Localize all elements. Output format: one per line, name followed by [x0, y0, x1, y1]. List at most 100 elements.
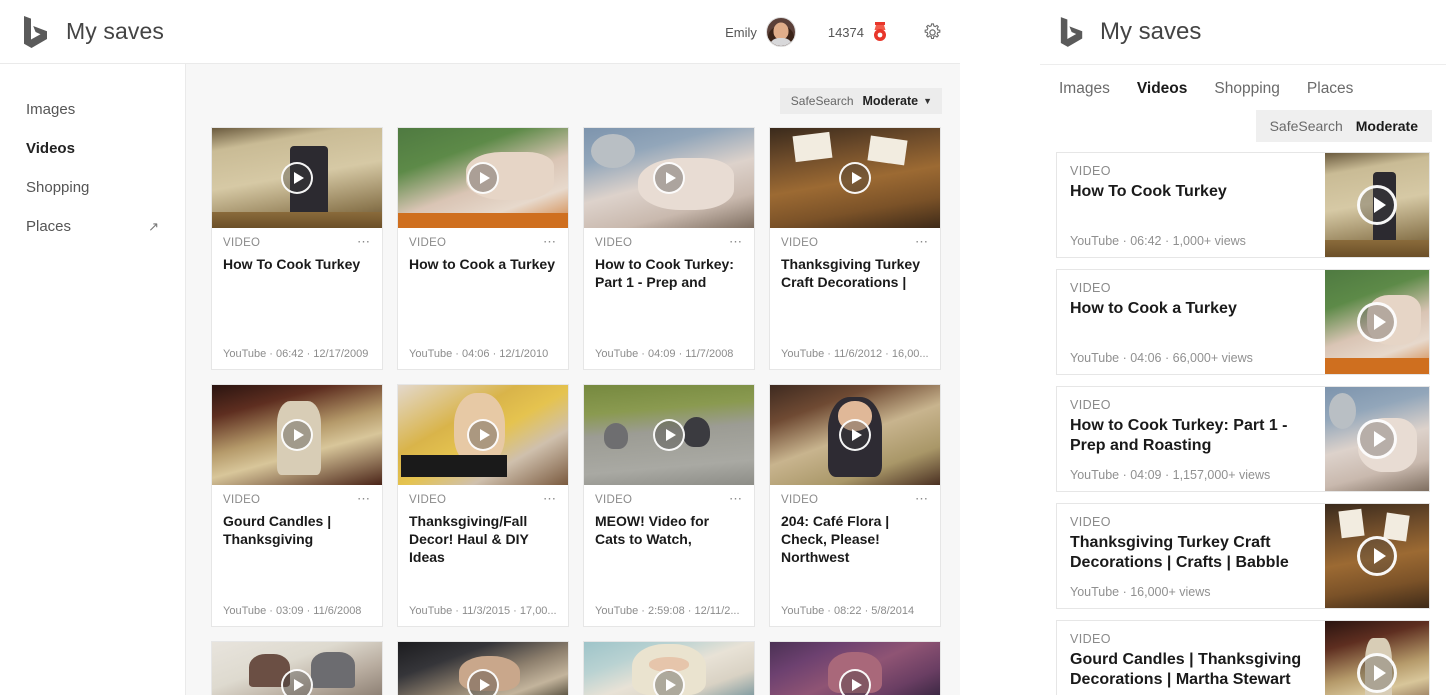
list-item-thumbnail[interactable] — [1325, 270, 1429, 374]
header-right: Emily 14374 — [725, 0, 942, 64]
video-card[interactable]: VIDEO ⋯ 204: Café Flora | Check, Please! N… — [769, 384, 941, 627]
card-title: 204: Café Flora | Check, Please! Northwe… — [781, 513, 929, 567]
video-list-item[interactable]: VIDEOHow to Cook Turkey: Part 1 - Prep a… — [1056, 386, 1430, 492]
right-panel-video-list: VIDEOHow To Cook TurkeyYouTube · 06:42 ·… — [1040, 152, 1446, 695]
app-header: My saves Emily 14374 — [0, 0, 960, 64]
video-card[interactable]: VIDEO⋯Gourd Candles | ThanksgivingYouTub… — [211, 384, 383, 627]
video-thumbnail[interactable] — [584, 642, 754, 695]
sidebar-item-label: Shopping — [26, 179, 89, 196]
video-thumbnail[interactable] — [584, 385, 754, 485]
more-options-icon[interactable]: ⋯ — [915, 494, 929, 503]
video-thumbnail[interactable] — [770, 128, 940, 228]
play-icon[interactable] — [1357, 302, 1397, 342]
list-item-body: VIDEOHow To Cook TurkeyYouTube · 06:42 ·… — [1057, 153, 1325, 257]
card-meta: YouTube · 11/3/2015 · 17,00... — [409, 605, 557, 617]
safesearch-dropdown[interactable]: SafeSearch Moderate ▼ — [780, 88, 942, 114]
gear-icon — [923, 23, 942, 42]
list-item-title: How To Cook Turkey — [1070, 182, 1313, 202]
video-list-item[interactable]: VIDEOHow to Cook a TurkeyYouTube · 04:06… — [1056, 269, 1430, 375]
video-thumbnail[interactable] — [398, 128, 568, 228]
video-list-item[interactable]: VIDEOGourd Candles | Thanksgiving Decora… — [1056, 620, 1430, 695]
play-icon[interactable] — [839, 162, 871, 194]
list-item-title: Thanksgiving Turkey Craft Decorations | … — [1070, 533, 1313, 572]
video-card[interactable]: VIDEO⋯How To Cook TurkeyYouTube · 06:42 … — [211, 127, 383, 370]
list-item-title: How to Cook Turkey: Part 1 - Prep and Ro… — [1070, 416, 1313, 455]
settings-button[interactable] — [923, 23, 942, 42]
safesearch-bar: SafeSearch Moderate ▼ — [186, 64, 960, 114]
more-options-icon[interactable]: ⋯ — [543, 494, 557, 503]
list-item-thumbnail[interactable] — [1325, 621, 1429, 695]
sidebar-item-shopping[interactable]: Shopping — [0, 168, 185, 207]
video-card[interactable]: VIDEO⋯MEOW! Video for Cats to Watch,YouT… — [583, 384, 755, 627]
list-item-thumbnail[interactable] — [1325, 504, 1429, 608]
video-list-item[interactable]: VIDEOHow To Cook TurkeyYouTube · 06:42 ·… — [1056, 152, 1430, 258]
card-title: How To Cook Turkey — [223, 256, 371, 274]
play-icon[interactable] — [1357, 185, 1397, 225]
sidebar: Images Videos Shopping Places ↗ — [0, 64, 186, 695]
video-thumbnail[interactable] — [770, 642, 940, 695]
video-card[interactable] — [211, 641, 383, 695]
play-icon[interactable] — [1357, 536, 1397, 576]
video-thumbnail[interactable] — [770, 385, 940, 485]
video-thumbnail[interactable] — [398, 642, 568, 695]
video-list-item[interactable]: VIDEOThanksgiving Turkey Craft Decoratio… — [1056, 503, 1430, 609]
video-card[interactable]: VIDEO⋯How to Cook a TurkeyYouTube · 04:0… — [397, 127, 569, 370]
play-icon[interactable] — [653, 162, 685, 194]
video-thumbnail[interactable] — [212, 642, 382, 695]
list-item-title: How to Cook a Turkey — [1070, 299, 1313, 319]
more-options-icon[interactable]: ⋯ — [543, 237, 557, 246]
rewards-score[interactable]: 14374 — [828, 22, 889, 42]
safesearch-value: Moderate — [863, 94, 919, 108]
video-card[interactable] — [769, 641, 941, 695]
more-options-icon[interactable]: ⋯ — [729, 237, 743, 246]
video-thumbnail[interactable] — [584, 128, 754, 228]
card-kicker: VIDEO — [595, 494, 632, 506]
play-icon[interactable] — [653, 669, 685, 695]
play-icon[interactable] — [467, 419, 499, 451]
play-icon[interactable] — [467, 669, 499, 695]
safesearch-label: SafeSearch — [791, 94, 854, 108]
right-panel-tabs: Images Videos Shopping Places — [1040, 65, 1446, 110]
sidebar-item-places[interactable]: Places ↗ — [0, 207, 185, 246]
more-options-icon[interactable]: ⋯ — [357, 237, 371, 246]
screen-root: My saves Emily 14374 — [0, 0, 1446, 695]
video-card-body: VIDEO⋯How to Cook Turkey: Part 1 - Prep … — [584, 228, 754, 369]
play-icon[interactable] — [839, 419, 871, 451]
play-icon[interactable] — [653, 419, 685, 451]
play-icon[interactable] — [467, 162, 499, 194]
video-card[interactable]: VIDEO⋯Thanksgiving Turkey Craft Decorati… — [769, 127, 941, 370]
tab-shopping[interactable]: Shopping — [1214, 80, 1280, 98]
video-thumbnail[interactable] — [398, 385, 568, 485]
video-thumbnail[interactable] — [212, 128, 382, 228]
sidebar-item-images[interactable]: Images — [0, 90, 185, 129]
list-item-thumbnail[interactable] — [1325, 387, 1429, 491]
play-icon[interactable] — [281, 419, 313, 451]
video-thumbnail[interactable] — [212, 385, 382, 485]
tab-videos[interactable]: Videos — [1137, 80, 1188, 98]
brand[interactable]: My saves — [0, 15, 164, 49]
sidebar-item-videos[interactable]: Videos — [0, 129, 185, 168]
more-options-icon[interactable]: ⋯ — [729, 494, 743, 503]
right-safesearch-dropdown[interactable]: SafeSearch Moderate — [1256, 110, 1432, 142]
video-card[interactable]: VIDEO⋯How to Cook Turkey: Part 1 - Prep … — [583, 127, 755, 370]
video-card-body: VIDEO⋯How To Cook TurkeyYouTube · 06:42 … — [212, 228, 382, 369]
card-title: Thanksgiving Turkey Craft Decorations | — [781, 256, 929, 292]
card-title: MEOW! Video for Cats to Watch, — [595, 513, 743, 549]
play-icon[interactable] — [839, 669, 871, 695]
avatar[interactable] — [766, 17, 796, 47]
tab-images[interactable]: Images — [1059, 80, 1110, 98]
play-icon[interactable] — [1357, 419, 1397, 459]
play-icon[interactable] — [281, 162, 313, 194]
card-meta: YouTube · 04:09 · 11/7/2008 — [595, 348, 743, 360]
play-icon[interactable] — [281, 669, 313, 695]
play-icon[interactable] — [1357, 653, 1397, 693]
list-item-thumbnail[interactable] — [1325, 153, 1429, 257]
video-card[interactable]: VIDEO⋯Thanksgiving/Fall Decor! Haul & DI… — [397, 384, 569, 627]
video-card[interactable] — [583, 641, 755, 695]
more-options-icon[interactable]: ⋯ — [915, 237, 929, 246]
card-kicker: VIDEO — [781, 494, 818, 506]
card-kicker: VIDEO — [409, 237, 446, 249]
more-options-icon[interactable]: ⋯ — [357, 494, 371, 503]
video-card[interactable] — [397, 641, 569, 695]
tab-places[interactable]: Places — [1307, 80, 1354, 98]
